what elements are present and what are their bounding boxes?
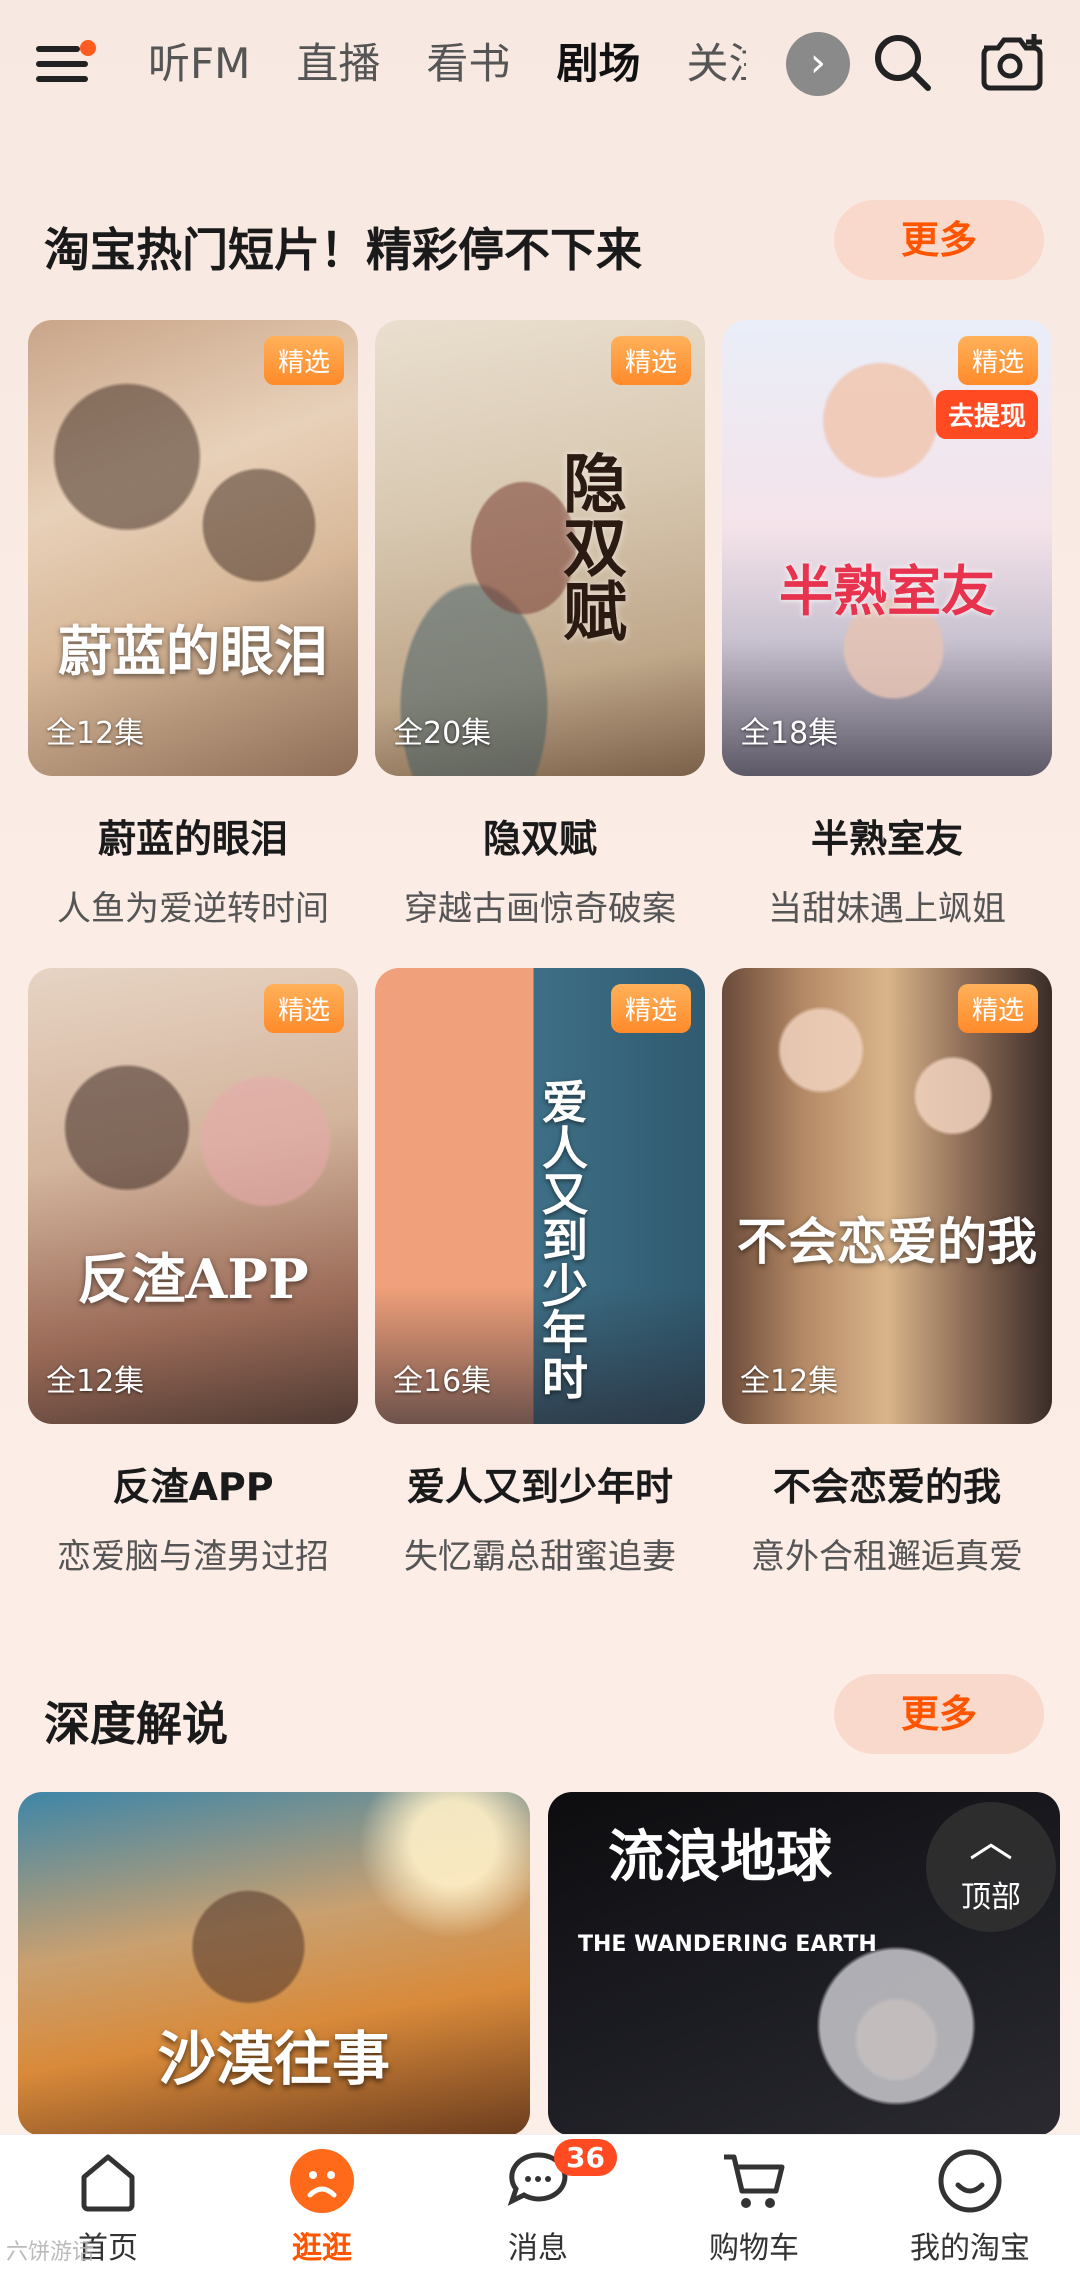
more-button[interactable]: 更多 bbox=[834, 200, 1044, 280]
featured-badge: 精选 bbox=[957, 984, 1038, 1033]
episode-count: 全12集 bbox=[740, 1364, 839, 1399]
drama-card[interactable]: 蔚蓝的眼泪 精选 全12集 蔚蓝的眼泪 人鱼为爱逆转时间 bbox=[28, 320, 358, 930]
drama-poster[interactable]: 反渣APP 精选 全12集 bbox=[28, 968, 358, 1424]
back-to-top-button[interactable]: ︿ 顶部 bbox=[926, 1802, 1056, 1932]
drama-poster[interactable]: 半熟室友 精选 去提现 全18集 bbox=[722, 320, 1052, 776]
section-header-short-dramas: 淘宝热门短片！精彩停不下来 更多 bbox=[44, 200, 1044, 290]
drama-title: 反渣APP bbox=[112, 1465, 274, 1509]
episode-count: 全16集 bbox=[393, 1364, 492, 1399]
drama-card[interactable]: 隐双赋 精选 全20集 隐双赋 穿越古画惊奇破案 bbox=[375, 320, 705, 930]
drama-description: 当甜妹遇上飒姐 bbox=[768, 889, 1006, 929]
chevron-right-icon[interactable]: › bbox=[786, 32, 850, 96]
drama-title: 半熟室友 bbox=[810, 817, 963, 861]
drama-poster[interactable]: 蔚蓝的眼泪 精选 全12集 bbox=[28, 320, 358, 776]
drama-card[interactable]: 不会恋爱的我 精选 全12集 不会恋爱的我 意外合租邂逅真爱 bbox=[722, 968, 1052, 1578]
featured-badge: 精选 bbox=[610, 984, 691, 1033]
explain-card[interactable]: 沙漠往事 bbox=[18, 1792, 530, 2136]
poster-title: 沙漠往事 bbox=[158, 2025, 391, 2093]
section-title: 淘宝热门短片！精彩停不下来 bbox=[44, 223, 642, 277]
bottom-nav: 首页 逛逛 36 消息 购物车 我的淘宝 六饼游话 bbox=[0, 2134, 1080, 2276]
poster-title: 蔚蓝的眼泪 bbox=[58, 619, 328, 683]
poster-title: 半熟室友 bbox=[779, 559, 995, 623]
top-nav-bar: 听FM 直播 看书 剧场 关注 › bbox=[0, 0, 1080, 130]
drama-card[interactable]: 反渣APP 精选 全12集 反渣APP 恋爱脑与渣男过招 bbox=[28, 968, 358, 1578]
drama-description: 失忆霸总甜蜜追妻 bbox=[404, 1537, 676, 1577]
drama-description: 穿越古画惊奇破案 bbox=[404, 889, 676, 929]
camera-scan-icon[interactable] bbox=[978, 30, 1046, 94]
guangguang-icon bbox=[286, 2145, 358, 2217]
cart-icon bbox=[718, 2145, 790, 2217]
episode-count: 全18集 bbox=[740, 716, 839, 751]
tab-books[interactable]: 看书 bbox=[426, 34, 510, 94]
watermark: 六饼游话 bbox=[6, 2240, 95, 2265]
episode-count: 全12集 bbox=[46, 1364, 145, 1399]
poster-title: 不会恋爱的我 bbox=[737, 1212, 1037, 1271]
drama-title: 爱人又到少年时 bbox=[406, 1465, 673, 1509]
nav-item-guangguang[interactable]: 逛逛 bbox=[242, 2145, 402, 2267]
featured-badge: 精选 bbox=[263, 984, 344, 1033]
drama-poster[interactable]: 不会恋爱的我 精选 全12集 bbox=[722, 968, 1052, 1424]
section-header-deep-explain: 深度解说 更多 bbox=[44, 1674, 1044, 1764]
tab-fm[interactable]: 听FM bbox=[148, 34, 250, 94]
drama-description: 意外合租邂逅真爱 bbox=[751, 1537, 1023, 1577]
poster-subtitle: THE WANDERING EARTH bbox=[578, 1932, 877, 1957]
nav-item-messages[interactable]: 36 消息 bbox=[458, 2139, 618, 2267]
featured-badge: 精选 bbox=[957, 336, 1038, 385]
drama-description: 恋爱脑与渣男过招 bbox=[57, 1537, 329, 1577]
episode-count: 全20集 bbox=[393, 716, 492, 751]
search-icon[interactable] bbox=[870, 30, 934, 94]
tab-follow[interactable]: 关注 bbox=[686, 34, 746, 94]
drama-poster[interactable]: 爱人又到少年时 精选 全16集 bbox=[375, 968, 705, 1424]
menu-icon[interactable] bbox=[36, 40, 96, 88]
home-icon bbox=[72, 2145, 144, 2217]
more-button[interactable]: 更多 bbox=[834, 1674, 1044, 1754]
nav-item-cart[interactable]: 购物车 bbox=[674, 2145, 834, 2267]
message-icon: 36 bbox=[502, 2139, 617, 2217]
section-title: 深度解说 bbox=[44, 1697, 228, 1751]
drama-card[interactable]: 爱人又到少年时 精选 全16集 爱人又到少年时 失忆霸总甜蜜追妻 bbox=[375, 968, 705, 1578]
drama-title: 蔚蓝的眼泪 bbox=[97, 817, 288, 861]
drama-description: 人鱼为爱逆转时间 bbox=[57, 889, 329, 929]
cashout-badge[interactable]: 去提现 bbox=[935, 390, 1038, 439]
profile-icon bbox=[934, 2145, 1006, 2217]
poster-title: 爱人又到少年时 bbox=[535, 1078, 589, 1400]
channel-tabs: 听FM 直播 看书 剧场 关注 bbox=[148, 34, 746, 94]
chevron-up-icon: ︿ bbox=[969, 1816, 1013, 1867]
poster-title: 隐双赋 bbox=[552, 450, 627, 642]
drama-card[interactable]: 半熟室友 精选 去提现 全18集 半熟室友 当甜妹遇上飒姐 bbox=[722, 320, 1052, 930]
drama-poster[interactable]: 隐双赋 精选 全20集 bbox=[375, 320, 705, 776]
unread-badge: 36 bbox=[554, 2139, 617, 2176]
tab-live[interactable]: 直播 bbox=[296, 34, 380, 94]
back-to-top-label: 顶部 bbox=[961, 1880, 1021, 1915]
poster-title: 流浪地球 bbox=[608, 1824, 832, 1890]
poster-title: 反渣APP bbox=[77, 1247, 309, 1311]
tab-theater[interactable]: 剧场 bbox=[556, 34, 640, 94]
notification-dot bbox=[80, 40, 96, 56]
featured-badge: 精选 bbox=[263, 336, 344, 385]
drama-title: 隐双赋 bbox=[482, 817, 597, 861]
drama-title: 不会恋爱的我 bbox=[772, 1465, 1001, 1509]
episode-count: 全12集 bbox=[46, 716, 145, 751]
nav-item-profile[interactable]: 我的淘宝 bbox=[890, 2145, 1050, 2267]
featured-badge: 精选 bbox=[610, 336, 691, 385]
